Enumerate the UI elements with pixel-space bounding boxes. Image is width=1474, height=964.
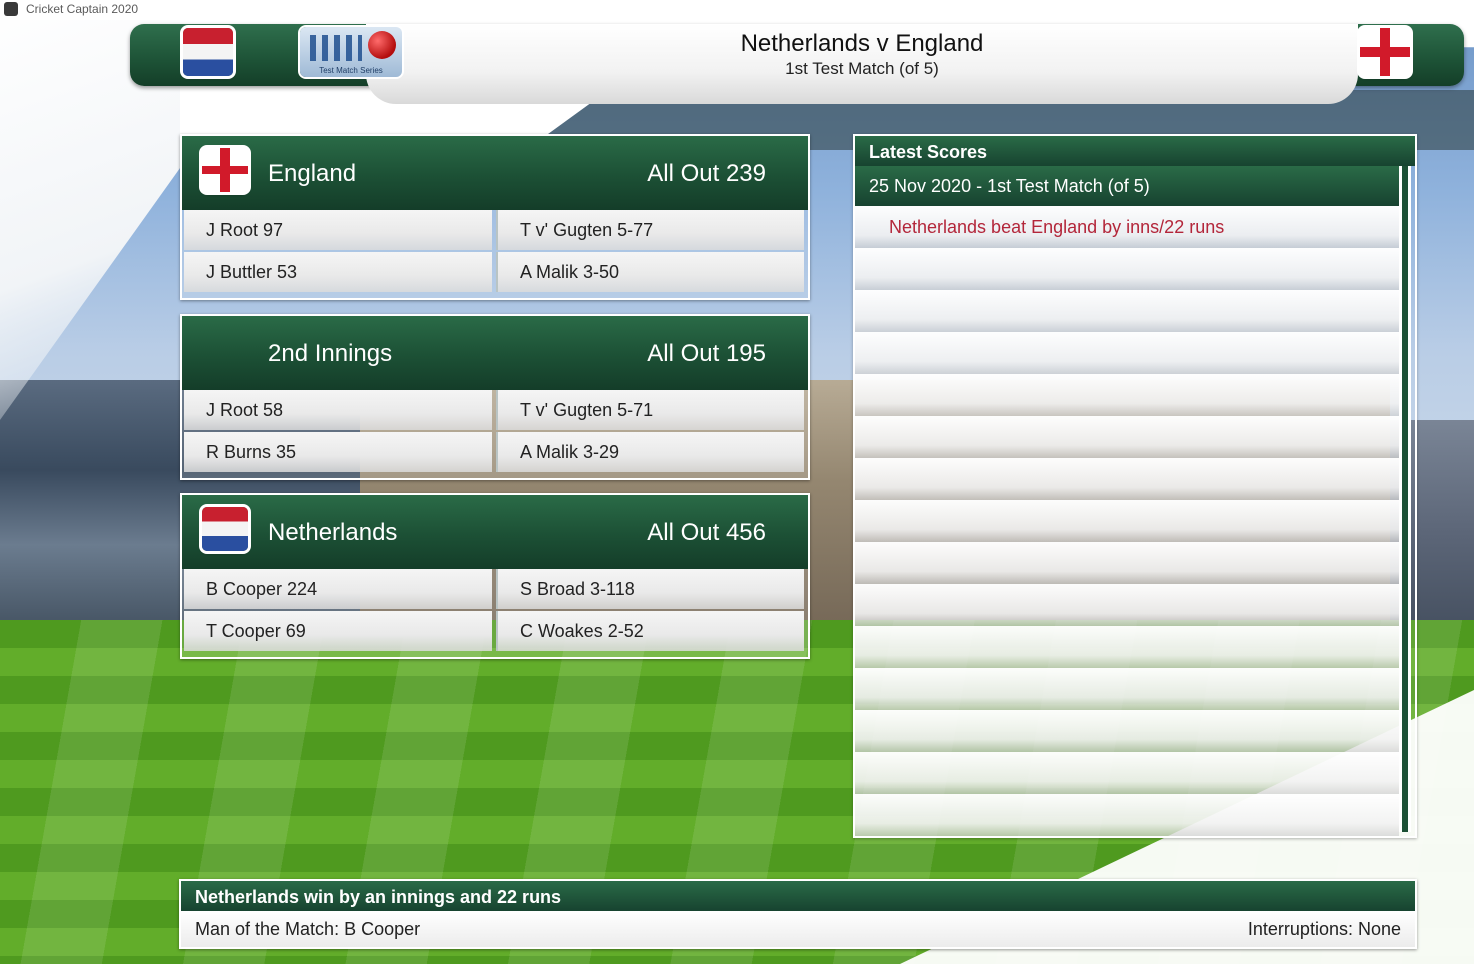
- list-item: [855, 710, 1399, 752]
- list-item: [855, 752, 1399, 794]
- interruptions: Interruptions: None: [1247, 919, 1401, 939]
- match-title: Netherlands v England: [740, 30, 984, 57]
- england-flag-icon: [202, 148, 248, 192]
- latest-scores-date: 25 Nov 2020 - 1st Test Match (of 5): [869, 176, 1150, 196]
- cricket-ball-icon: [368, 31, 396, 59]
- innings-card-netherlands[interactable]: Netherlands All Out 456 B Cooper 224 S B…: [180, 493, 810, 659]
- list-item: [855, 332, 1399, 374]
- top-batsman: J Root 97: [184, 210, 492, 250]
- latest-scores-header: Latest Scores: [855, 136, 1415, 166]
- innings-card-england-2nd[interactable]: 2nd Innings All Out 195 J Root 58 T v' G…: [180, 314, 810, 480]
- top-bowler: S Broad 3-118: [496, 569, 804, 609]
- match-result-title: Netherlands win by an innings and 22 run…: [195, 887, 562, 907]
- header-title-area: Netherlands v England 1st Test Match (of…: [366, 24, 1358, 104]
- scrollbar-thumb[interactable]: [1402, 166, 1408, 832]
- match-result-header: Netherlands win by an innings and 22 run…: [181, 881, 1415, 911]
- list-item: [855, 248, 1399, 290]
- top-batsman: B Cooper 224: [184, 569, 492, 609]
- match-result-panel: Netherlands win by an innings and 22 run…: [179, 879, 1417, 949]
- list-item: [855, 290, 1399, 332]
- innings-score: All Out 239: [647, 160, 766, 187]
- netherlands-flag-icon: [202, 507, 248, 551]
- list-item: [855, 626, 1399, 668]
- scrollbar[interactable]: [1399, 166, 1411, 832]
- innings-team: Netherlands: [268, 519, 398, 546]
- top-bowler: T v' Gugten 5-71: [496, 390, 804, 430]
- list-item: [855, 374, 1399, 416]
- innings-card-header: Netherlands All Out 456: [182, 495, 808, 569]
- list-item: [855, 542, 1399, 584]
- match-subtitle: 1st Test Match (of 5): [785, 59, 939, 78]
- result-line: Netherlands beat England by inns/22 runs: [889, 217, 1225, 237]
- list-item: [855, 458, 1399, 500]
- list-item: [855, 668, 1399, 710]
- latest-scores-title: Latest Scores: [869, 142, 988, 162]
- top-batsman: J Root 58: [184, 390, 492, 430]
- innings-card-header: England All Out 239: [182, 136, 808, 210]
- top-bowler: A Malik 3-29: [496, 432, 804, 472]
- stumps-icon: [310, 35, 362, 61]
- window-titlebar: Cricket Captain 2020: [0, 0, 1474, 20]
- latest-scores-date-row: 25 Nov 2020 - 1st Test Match (of 5): [855, 166, 1399, 206]
- test-match-series-logo[interactable]: Test Match Series: [300, 27, 402, 77]
- top-bowler: C Woakes 2-52: [496, 611, 804, 651]
- innings-card-header: 2nd Innings All Out 195: [182, 316, 808, 390]
- match-result-body: Man of the Match: B Cooper Interruptions…: [181, 911, 1415, 947]
- innings-team: England: [268, 160, 357, 187]
- latest-scores-panel: Latest Scores 25 Nov 2020 - 1st Test Mat…: [853, 134, 1417, 838]
- app-icon: [4, 2, 18, 16]
- list-item[interactable]: Netherlands beat England by inns/22 runs: [855, 206, 1399, 248]
- innings-team: 2nd Innings: [268, 340, 393, 367]
- list-item: [855, 416, 1399, 458]
- list-item: [855, 794, 1399, 836]
- top-bowler: T v' Gugten 5-77: [496, 210, 804, 250]
- top-bowler: A Malik 3-50: [496, 252, 804, 292]
- window-title: Cricket Captain 2020: [26, 2, 139, 16]
- latest-scores-list: Netherlands beat England by inns/22 runs: [855, 206, 1399, 836]
- top-batsman: T Cooper 69: [184, 611, 492, 651]
- top-batsman: R Burns 35: [184, 432, 492, 472]
- netherlands-flag-icon[interactable]: [183, 28, 233, 76]
- england-flag-icon[interactable]: [1360, 28, 1410, 76]
- list-item: [855, 584, 1399, 626]
- list-item: [855, 500, 1399, 542]
- innings-score: All Out 195: [647, 340, 766, 367]
- man-of-the-match: Man of the Match: B Cooper: [195, 919, 421, 939]
- logo-caption: Test Match Series: [319, 66, 383, 75]
- top-batsman: J Buttler 53: [184, 252, 492, 292]
- innings-score: All Out 456: [647, 519, 766, 546]
- innings-card-england-1st[interactable]: England All Out 239 J Root 97 T v' Gugte…: [180, 134, 810, 300]
